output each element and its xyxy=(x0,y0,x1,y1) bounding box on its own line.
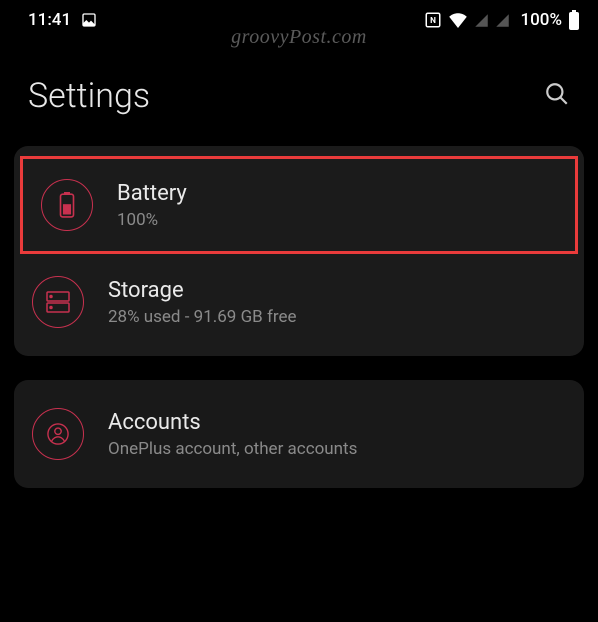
accounts-row-icon xyxy=(32,408,84,460)
status-left: 11:41 xyxy=(28,10,97,30)
accounts-row-subtitle: OnePlus account, other accounts xyxy=(108,439,357,459)
settings-list: Battery 100% Storage 28% used - 91.69 GB… xyxy=(0,146,598,488)
signal-icon-2 xyxy=(495,13,510,28)
status-right: N 100% xyxy=(424,10,580,30)
battery-row[interactable]: Battery 100% xyxy=(20,156,578,254)
accounts-card: Accounts OnePlus account, other accounts xyxy=(14,380,584,488)
battery-row-icon xyxy=(41,179,93,231)
image-icon xyxy=(81,12,97,28)
battery-row-subtitle: 100% xyxy=(117,210,187,230)
storage-row[interactable]: Storage 28% used - 91.69 GB free xyxy=(14,256,584,348)
battery-icon xyxy=(568,10,580,30)
wifi-icon xyxy=(448,12,468,28)
signal-icon-1 xyxy=(474,13,489,28)
status-bar: 11:41 N 100% xyxy=(0,0,598,36)
nfc-icon: N xyxy=(424,11,442,29)
svg-text:N: N xyxy=(431,16,437,26)
storage-row-icon xyxy=(32,276,84,328)
header: Settings xyxy=(0,36,598,146)
search-icon[interactable] xyxy=(544,81,570,111)
accounts-row-title: Accounts xyxy=(108,410,357,435)
storage-row-subtitle: 28% used - 91.69 GB free xyxy=(108,307,297,327)
status-time: 11:41 xyxy=(28,10,71,30)
accounts-row-text: Accounts OnePlus account, other accounts xyxy=(108,410,357,459)
device-card: Battery 100% Storage 28% used - 91.69 GB… xyxy=(14,146,584,356)
accounts-row[interactable]: Accounts OnePlus account, other accounts xyxy=(14,388,584,480)
page-title: Settings xyxy=(28,76,150,116)
storage-row-title: Storage xyxy=(108,278,297,303)
storage-row-text: Storage 28% used - 91.69 GB free xyxy=(108,278,297,327)
status-battery-pct: 100% xyxy=(520,10,562,30)
battery-row-text: Battery 100% xyxy=(117,181,187,230)
battery-row-title: Battery xyxy=(117,181,187,206)
